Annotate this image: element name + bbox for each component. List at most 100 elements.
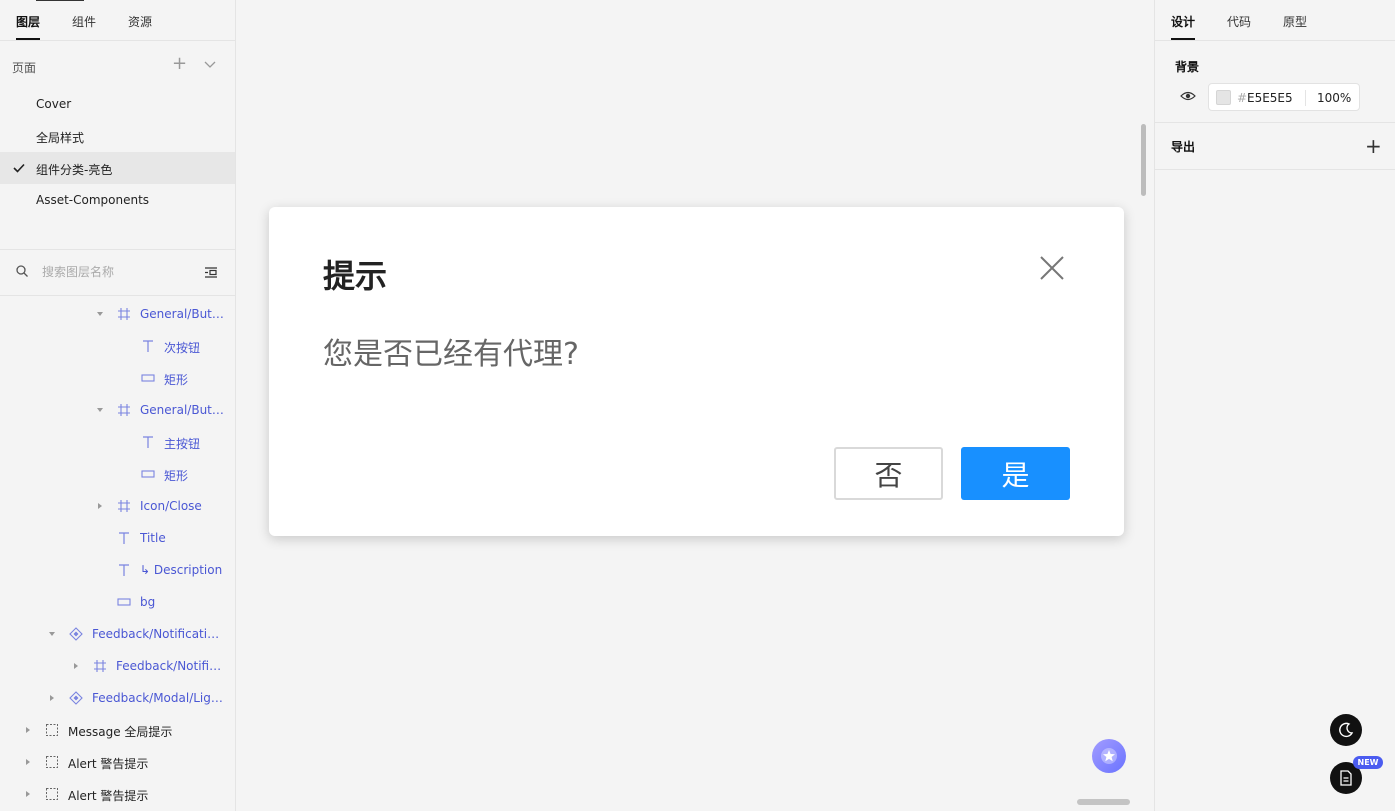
tab-assets[interactable]: 资源	[128, 13, 152, 30]
add-page-icon[interactable]: +	[172, 53, 187, 74]
layer-name: Feedback/Notification...	[92, 627, 226, 641]
layer-row[interactable]: General/Butt...	[0, 394, 235, 426]
layer-name: General/Butt...	[140, 403, 226, 417]
horizontal-scrollbar[interactable]	[1077, 799, 1130, 805]
caret-right-icon[interactable]	[48, 694, 56, 702]
caret-right-icon[interactable]	[72, 662, 80, 670]
dark-mode-button[interactable]	[1330, 714, 1362, 746]
layer-row[interactable]: Alert 警告提示	[0, 778, 235, 810]
tab-prototype[interactable]: 原型	[1283, 13, 1307, 30]
layer-row[interactable]: bg	[0, 586, 235, 618]
page-item-global-styles[interactable]: 全局样式	[0, 120, 235, 152]
confirm-button[interactable]: 是	[961, 447, 1070, 500]
page-item-asset-components[interactable]: Asset-Components	[0, 184, 235, 216]
field-divider	[1305, 90, 1306, 106]
filter-icon[interactable]	[205, 267, 217, 278]
layer-row[interactable]: 矩形	[0, 458, 235, 490]
tab-code[interactable]: 代码	[1227, 13, 1251, 30]
layer-name: Alert 警告提示	[68, 789, 149, 803]
page-label: 全局样式	[36, 131, 85, 145]
layer-row[interactable]: ↳ Description	[0, 554, 235, 586]
caret-down-icon[interactable]	[96, 406, 104, 414]
layer-row[interactable]: 矩形	[0, 362, 235, 394]
modal-dialog: 提示 您是否已经有代理? 否 是	[269, 207, 1124, 536]
layer-name: Message 全局提示	[68, 725, 173, 739]
document-icon	[1340, 770, 1352, 786]
tab-components[interactable]: 组件	[72, 13, 96, 30]
layer-name: Feedback/Modal/Ligh...	[92, 691, 226, 705]
star-icon	[1101, 748, 1117, 764]
close-icon[interactable]	[1039, 255, 1065, 281]
component-icon	[69, 627, 83, 641]
pages-header: 页面 +	[0, 41, 235, 89]
background-opacity-value[interactable]: 100%	[1317, 91, 1351, 105]
frame-icon	[118, 308, 130, 320]
section-icon	[46, 724, 58, 736]
layer-search-input[interactable]	[42, 265, 192, 279]
layer-row[interactable]: Icon/Close	[0, 490, 235, 522]
component-icon	[69, 691, 83, 705]
layer-name: Title	[140, 531, 166, 545]
export-title: 导出	[1171, 140, 1196, 154]
frame-icon	[118, 404, 130, 416]
caret-down-icon[interactable]	[96, 310, 104, 318]
text-icon	[143, 436, 153, 448]
layer-name: 矩形	[164, 373, 189, 387]
text-icon	[143, 340, 153, 352]
layer-row[interactable]: Feedback/Notification...	[0, 618, 235, 650]
add-export-icon[interactable]: +	[1365, 134, 1382, 158]
vertical-scrollbar[interactable]	[1141, 124, 1146, 196]
layer-name: Icon/Close	[140, 499, 202, 513]
section-icon	[46, 788, 58, 800]
modal-description: 您是否已经有代理?	[323, 337, 579, 372]
eye-icon[interactable]	[1180, 90, 1196, 102]
layer-row[interactable]: Title	[0, 522, 235, 554]
page-item-cover[interactable]: Cover	[0, 88, 235, 120]
left-tabs: 图层 组件 资源	[0, 0, 235, 41]
layer-name: bg	[140, 595, 156, 609]
layer-row[interactable]: 主按钮	[0, 426, 235, 458]
layer-row[interactable]: 次按钮	[0, 330, 235, 362]
page-item-components-light[interactable]: 组件分类-亮色	[0, 152, 235, 184]
active-tab-underline	[16, 38, 40, 40]
left-panel: 图层 组件 资源 页面 + Cover 全局样式 组件分类-亮色 Asset-C…	[0, 0, 236, 811]
layer-row[interactable]: Alert 警告提示	[0, 746, 235, 778]
layer-search-row	[0, 249, 235, 296]
moon-icon	[1339, 722, 1354, 738]
background-title: 背景	[1175, 60, 1200, 74]
hash-symbol: #	[1237, 91, 1248, 105]
cancel-button[interactable]: 否	[834, 447, 943, 500]
layer-name: Alert 警告提示	[68, 757, 149, 771]
layer-row[interactable]: Message 全局提示	[0, 714, 235, 746]
text-icon	[119, 564, 129, 576]
caret-right-icon[interactable]	[24, 758, 32, 766]
right-tabs: 设计 代码 原型	[1155, 0, 1395, 41]
layer-row[interactable]: General/Butt...	[0, 298, 235, 330]
divider	[1155, 122, 1395, 123]
ai-assistant-button[interactable]	[1092, 739, 1126, 773]
tab-layers[interactable]: 图层	[16, 13, 40, 30]
active-tab-underline	[1171, 38, 1195, 40]
layer-name: Feedback/Notific...	[116, 659, 226, 673]
caret-right-icon[interactable]	[96, 502, 104, 510]
rectangle-icon	[141, 374, 155, 382]
caret-down-icon[interactable]	[48, 630, 56, 638]
frame-icon	[118, 500, 130, 512]
layer-name: ↳ Description	[140, 563, 223, 577]
tab-design[interactable]: 设计	[1171, 13, 1195, 30]
color-swatch[interactable]	[1216, 90, 1231, 105]
caret-right-icon[interactable]	[24, 726, 32, 734]
modal-title: 提示	[323, 257, 388, 295]
check-icon	[13, 163, 25, 173]
text-icon	[119, 532, 129, 544]
section-icon	[46, 756, 58, 768]
right-panel: 设计 代码 原型 背景 # E5E5E5 100% 导出 +	[1154, 0, 1395, 811]
background-hex-value[interactable]: E5E5E5	[1247, 91, 1293, 105]
background-color-field[interactable]: # E5E5E5 100%	[1208, 83, 1360, 111]
caret-right-icon[interactable]	[24, 790, 32, 798]
layer-name: General/Butt...	[140, 307, 226, 321]
layer-row[interactable]: Feedback/Modal/Ligh...	[0, 682, 235, 714]
chevron-down-icon[interactable]	[204, 61, 216, 69]
layer-row[interactable]: Feedback/Notific...	[0, 650, 235, 682]
pages-title: 页面	[12, 61, 37, 75]
